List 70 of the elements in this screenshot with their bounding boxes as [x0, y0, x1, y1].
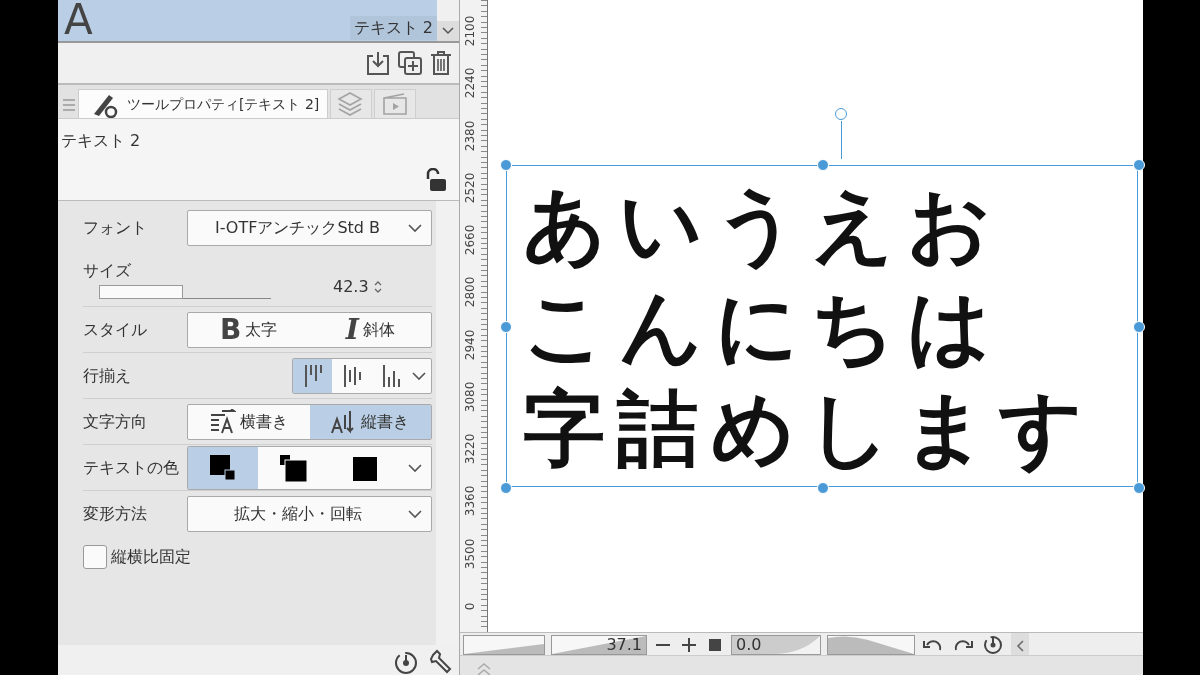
property-label: フォント: [83, 217, 148, 239]
chevron-down-icon: [407, 509, 423, 519]
ruler-label: 2800: [462, 276, 478, 310]
tool-icon[interactable]: A: [58, 0, 93, 41]
property-label: 文字方向: [83, 410, 148, 433]
zoom-field[interactable]: 37.1: [551, 635, 647, 655]
unlock-icon[interactable]: [425, 168, 447, 192]
chevron-down-icon: [411, 370, 427, 381]
subtool-dropdown[interactable]: テキスト 2: [349, 15, 437, 40]
color-option[interactable]: [188, 446, 259, 489]
dropdown[interactable]: 拡大・縮小・回転: [187, 496, 432, 532]
ruler-label: 3360: [462, 485, 478, 519]
plus-icon[interactable]: [679, 635, 699, 655]
canvas-text-line: 字詰めします: [523, 382, 1095, 476]
direction-option[interactable]: 縦書き: [309, 404, 431, 439]
text-color-selector[interactable]: [187, 445, 432, 490]
chevron-down-icon: [442, 27, 454, 35]
canvas-text-line: あいうえお: [523, 178, 1003, 272]
ruler-label: 0: [462, 601, 478, 612]
zoom-slider[interactable]: [463, 635, 545, 655]
ruler-label: 2940: [462, 328, 478, 362]
rotation-line: [841, 121, 842, 159]
tool-name: テキスト 2: [61, 130, 141, 152]
size-value[interactable]: 42.3: [333, 274, 369, 299]
resize-handle[interactable]: [500, 482, 512, 494]
dropdown-button[interactable]: [437, 21, 459, 41]
size-slider[interactable]: [99, 284, 271, 299]
duplicate-icon[interactable]: [397, 50, 423, 76]
clock-icon[interactable]: [981, 635, 1005, 655]
ruler-label: 2660: [462, 223, 478, 258]
property-label: テキストの色: [83, 456, 180, 479]
selection-frame[interactable]: あいうえお こんにちは 字詰めします: [506, 165, 1138, 487]
collapse-button[interactable]: [1011, 633, 1029, 657]
aspect-ratio-checkbox[interactable]: 縦横比固定: [83, 545, 191, 569]
ruler-label: 2520: [462, 171, 478, 206]
align-option[interactable]: [293, 358, 333, 393]
sub-color-icon: [278, 452, 309, 483]
ruler-label: 3220: [462, 432, 478, 467]
spin-arrows-icon[interactable]: [372, 279, 383, 294]
chevron-down-icon: [407, 223, 423, 233]
ruler-label: 2240: [462, 67, 478, 101]
rotation-field[interactable]: 0.0: [731, 635, 821, 655]
ruler-label: 2380: [462, 119, 478, 153]
rotation-handle[interactable]: [835, 108, 847, 120]
resize-handle[interactable]: [1133, 159, 1145, 171]
trash-icon[interactable]: [429, 50, 453, 76]
property-label: 変形方法: [83, 503, 148, 525]
resize-handle[interactable]: [1133, 482, 1145, 494]
canvas-text-line: こんにちは: [523, 280, 1003, 374]
ruler-label: 2100: [462, 14, 478, 49]
alignment-selector[interactable]: [292, 357, 432, 394]
chevron-down-icon: [407, 462, 423, 473]
palette-tab[interactable]: ツールプロパティ[テキスト 2]: [78, 89, 329, 118]
ruler-label: 3080: [462, 380, 478, 415]
clock-icon[interactable]: [393, 649, 419, 675]
property-label: スタイル: [83, 318, 148, 341]
ruler-label: 3500: [462, 537, 478, 571]
resize-handle[interactable]: [816, 159, 829, 171]
direction-option[interactable]: 横書き: [188, 404, 310, 439]
resize-handle[interactable]: [500, 320, 512, 333]
resize-handle[interactable]: [816, 482, 829, 494]
dropdown[interactable]: I-OTFアンチックStd B: [187, 210, 432, 246]
resize-handle[interactable]: [500, 159, 512, 171]
clapperboard-icon: [381, 90, 410, 118]
size-label: サイズ: [83, 259, 132, 282]
import-icon[interactable]: [365, 50, 391, 76]
rotation-slider[interactable]: [827, 635, 915, 655]
property-label: 行揃え: [83, 364, 132, 387]
horizontal-text-icon: [209, 408, 236, 435]
resize-handle[interactable]: [1133, 320, 1145, 333]
